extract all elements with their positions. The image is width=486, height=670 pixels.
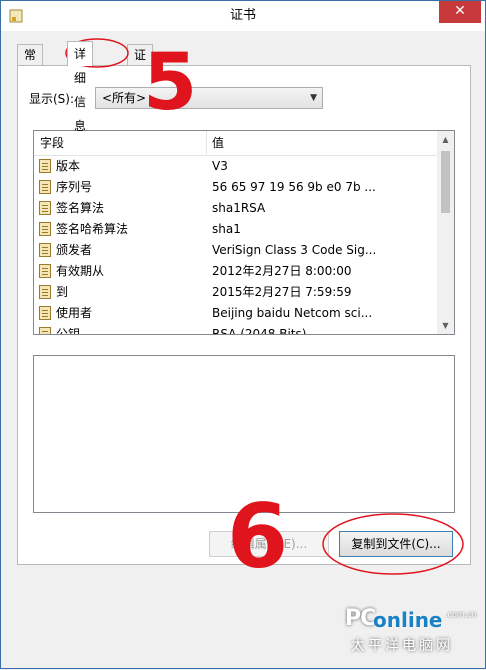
annotation-step-6: 6 — [227, 485, 288, 588]
pconline-watermark: PC online .com.cn 太平洋电脑网 — [341, 602, 481, 662]
button-highlight-ellipse — [322, 513, 464, 575]
watermark-brand-b: online — [373, 608, 443, 632]
watermark-domain: .com.cn — [445, 610, 477, 619]
watermark-subtitle: 太平洋电脑网 — [351, 638, 453, 654]
certificate-dialog: 证书 ✕ 常规 详细信息 证书路径 显示(S): <所有> ▼ 字段 值 版本 … — [0, 0, 486, 669]
annotation-step-5: 5 — [143, 38, 197, 128]
watermark-brand-a: PC — [345, 606, 376, 631]
tab-details[interactable]: 详细信息 — [67, 41, 94, 133]
